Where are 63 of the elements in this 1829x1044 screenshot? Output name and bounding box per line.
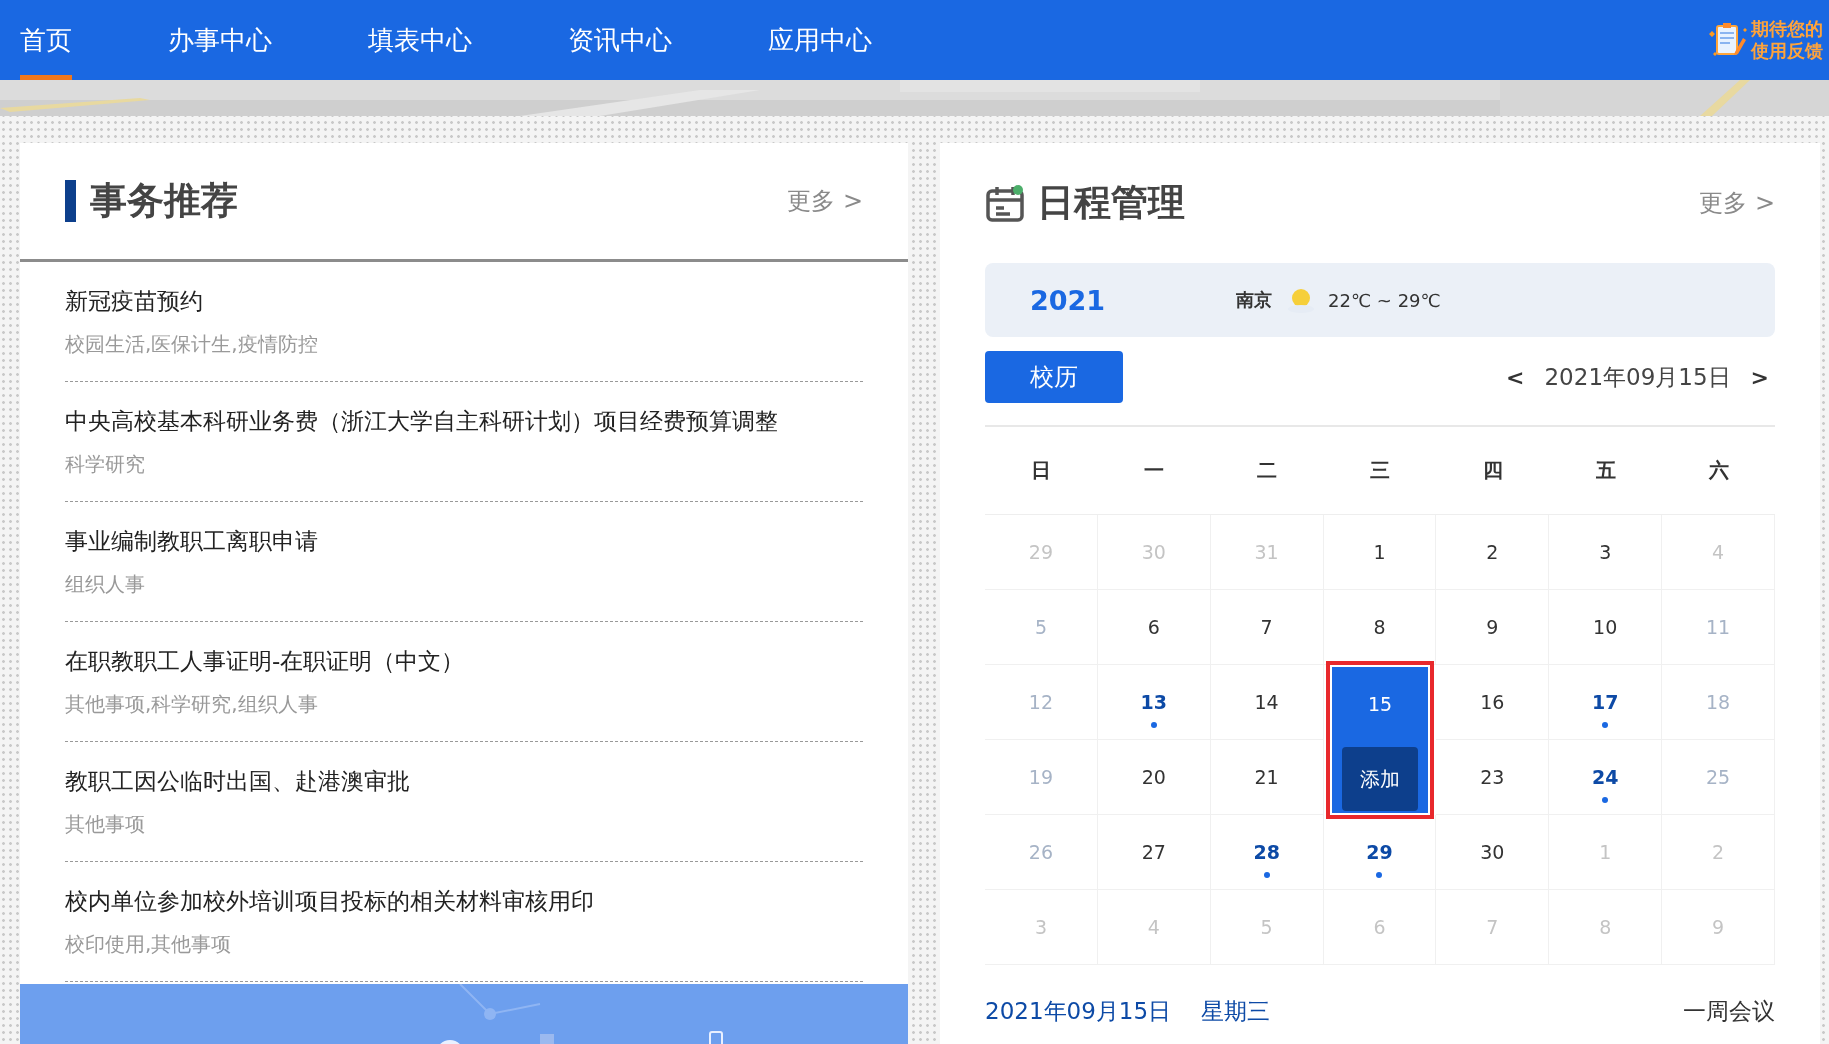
weekday-header: 日 — [985, 427, 1098, 515]
nav-tab[interactable]: 填表中心 — [368, 0, 472, 80]
day-cell[interactable]: 13 — [1097, 665, 1211, 740]
day-cell[interactable]: 1 — [1323, 515, 1437, 590]
day-cell[interactable]: 28 — [1210, 815, 1324, 890]
day-cell[interactable]: 3 — [1549, 515, 1663, 590]
day-cell[interactable]: 21 — [1210, 740, 1324, 815]
day-cell[interactable]: 27 — [1097, 815, 1211, 890]
affair-tags: 校印使用,其他事项 — [65, 930, 863, 958]
day-cell[interactable]: 23 — [1436, 740, 1550, 815]
affair-link[interactable]: 在职教职工人事证明-在职证明（中文） — [65, 645, 863, 677]
event-dot — [1602, 797, 1609, 803]
city-label: 南京 — [1236, 288, 1272, 312]
event-dot — [1263, 872, 1270, 878]
weekday-header: 六 — [1662, 427, 1775, 515]
event-dot — [1150, 722, 1157, 728]
affair-link[interactable]: 教职工因公临时出国、赴港澳审批 — [65, 765, 863, 797]
event-dot — [1602, 722, 1609, 728]
footer-date: 2021年09月15日 — [985, 996, 1172, 1026]
weekday-header: 二 — [1210, 427, 1324, 515]
school-calendar-button[interactable]: 校历 — [985, 351, 1123, 403]
nav-tab[interactable]: 办事中心 — [168, 0, 272, 80]
day-cell[interactable]: 29 — [1323, 815, 1437, 890]
day-cell[interactable]: 10 — [1549, 590, 1663, 665]
affair-tags: 其他事项,科学研究,组织人事 — [65, 690, 863, 718]
calendar-icon — [985, 183, 1025, 223]
affair-tags: 校园生活,医保计生,疫情防控 — [65, 330, 863, 358]
affair-tags: 其他事项 — [65, 810, 863, 838]
day-cell[interactable]: 30 — [1436, 815, 1550, 890]
day-cell[interactable]: 20 — [1097, 740, 1211, 815]
selected-day[interactable]: 15 添加 — [1331, 667, 1429, 813]
year-label: 2021 — [1030, 284, 1107, 316]
affair-link[interactable]: 新冠疫苗预约 — [65, 285, 863, 317]
section-title: 日程管理 — [1037, 180, 1186, 226]
day-cell[interactable]: 7 — [1210, 590, 1324, 665]
weekday-header: 三 — [1323, 427, 1437, 515]
temperature-label: 22℃ ~ 29℃ — [1328, 289, 1441, 311]
weekday-header: 一 — [1097, 427, 1211, 515]
day-cell[interactable]: 14 — [1210, 665, 1324, 740]
title-marker — [65, 180, 76, 222]
affair-tags: 组织人事 — [65, 570, 863, 598]
weekday-header: 五 — [1549, 427, 1663, 515]
nav-tab[interactable]: 资讯中心 — [568, 0, 672, 80]
day-cell[interactable]: 9 — [1436, 590, 1550, 665]
event-title[interactable]: 一周会议 — [1683, 995, 1775, 1027]
day-cell[interactable]: 2 — [1436, 515, 1550, 590]
affair-link[interactable]: 事业编制教职工离职申请 — [65, 525, 863, 557]
weekday-header: 四 — [1436, 427, 1550, 515]
affair-link[interactable]: 校内单位参加校外培训项目投标的相关材料审核用印 — [65, 885, 863, 917]
day-cell[interactable]: 24 — [1549, 740, 1663, 815]
affair-tags: 科学研究 — [65, 450, 863, 478]
day-cell[interactable]: 6 — [1097, 590, 1211, 665]
affair-link[interactable]: 中央高校基本科研业务费（浙江大学自主科研计划）项目经费预算调整 — [65, 405, 863, 437]
current-date: 2021年09月15日 — [1544, 362, 1731, 392]
next-button[interactable]: > — [1744, 363, 1775, 391]
nav-tab[interactable]: 应用中心 — [768, 0, 872, 80]
day-cell[interactable]: 16 — [1436, 665, 1550, 740]
event-dot — [1376, 872, 1383, 878]
footer-weekday: 星期三 — [1201, 996, 1271, 1026]
section-title: 事务推荐 — [90, 178, 239, 224]
day-cell[interactable]: 17 — [1549, 665, 1663, 740]
add-button[interactable]: 添加 — [1342, 747, 1418, 811]
previous-button[interactable]: < — [1500, 363, 1531, 391]
